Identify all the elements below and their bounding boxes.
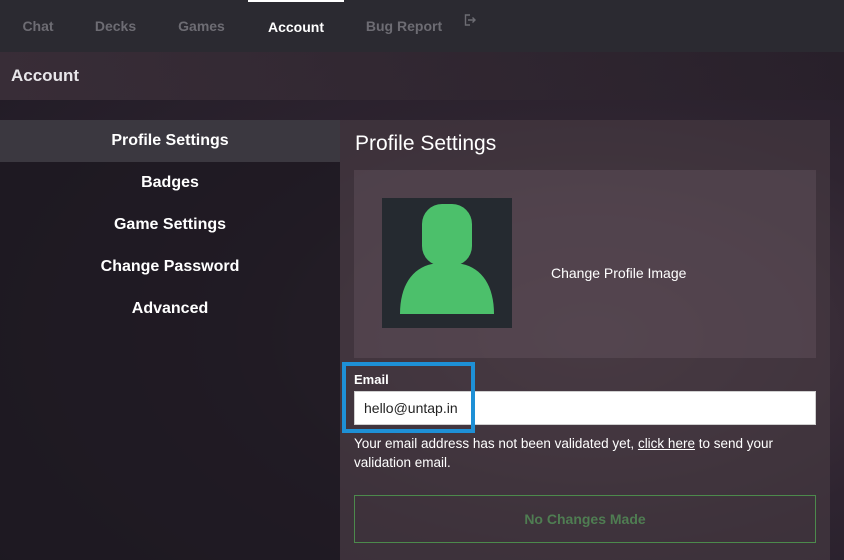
save-changes-button[interactable]: No Changes Made bbox=[354, 495, 816, 543]
profile-settings-panel: Profile Settings Change Profile Image Em… bbox=[340, 120, 830, 560]
section-title: Profile Settings bbox=[355, 132, 497, 155]
sidebar-item-badges[interactable]: Badges bbox=[0, 162, 340, 204]
sidebar-item-change-password[interactable]: Change Password bbox=[0, 246, 340, 288]
email-field[interactable] bbox=[354, 391, 816, 425]
avatar[interactable] bbox=[382, 198, 512, 328]
validation-email-link[interactable]: click here bbox=[638, 436, 695, 451]
settings-sidebar: Profile Settings Badges Game Settings Ch… bbox=[0, 120, 340, 560]
change-profile-image-link[interactable]: Change Profile Image bbox=[551, 265, 686, 281]
nav-tab-chat[interactable]: Chat bbox=[0, 0, 76, 52]
nav-tab-account[interactable]: Account bbox=[248, 0, 344, 52]
logout-icon bbox=[464, 14, 476, 26]
nav-tab-bug-report[interactable]: Bug Report bbox=[344, 0, 464, 52]
sidebar-item-profile-settings[interactable]: Profile Settings bbox=[0, 120, 340, 162]
notice-text-before: Your email address has not been validate… bbox=[354, 436, 638, 451]
logout-button[interactable] bbox=[464, 0, 494, 52]
page-header: Account bbox=[0, 52, 844, 100]
nav-tab-decks[interactable]: Decks bbox=[76, 0, 155, 52]
email-label: Email bbox=[354, 372, 389, 387]
page-title: Account bbox=[11, 66, 79, 85]
sidebar-item-advanced[interactable]: Advanced bbox=[0, 288, 340, 330]
sidebar-item-game-settings[interactable]: Game Settings bbox=[0, 204, 340, 246]
profile-image-section: Change Profile Image bbox=[354, 170, 816, 358]
nav-tab-games[interactable]: Games bbox=[155, 0, 248, 52]
email-validation-notice: Your email address has not been validate… bbox=[354, 434, 816, 472]
user-silhouette-icon bbox=[400, 204, 494, 314]
top-navigation: Chat Decks Games Account Bug Report bbox=[0, 0, 844, 52]
